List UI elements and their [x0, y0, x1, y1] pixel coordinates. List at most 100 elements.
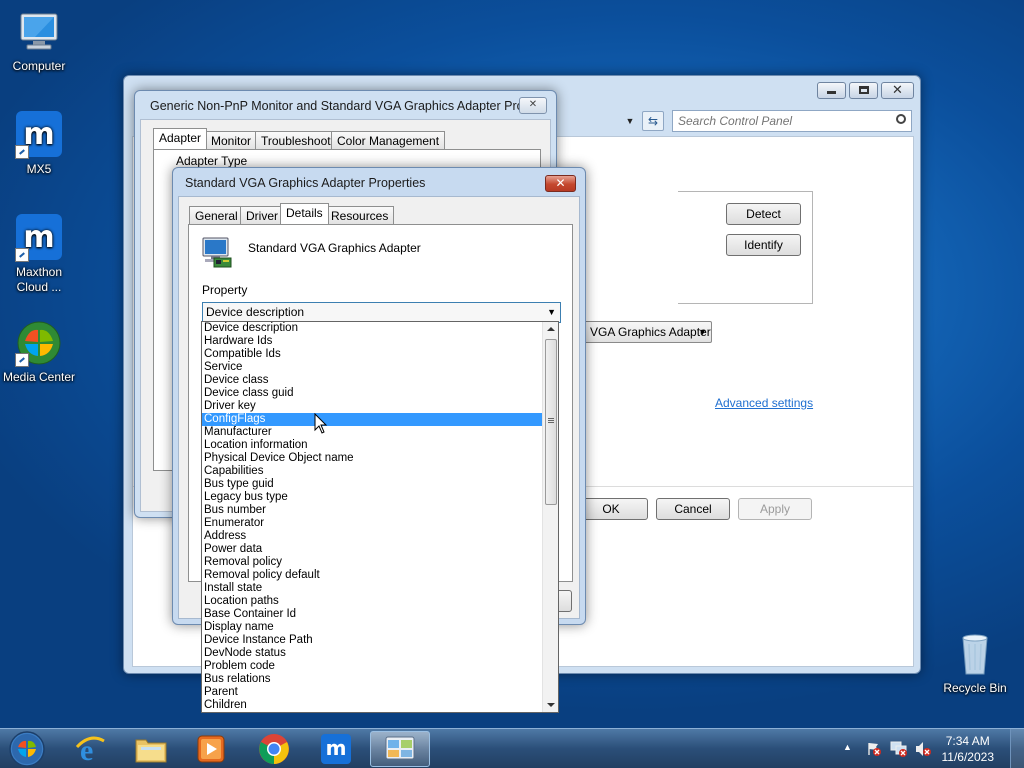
chrome-icon	[259, 734, 289, 764]
volume-icon[interactable]	[914, 741, 932, 757]
tab-details[interactable]: Details	[280, 203, 329, 224]
scrollbar-thumb[interactable]	[545, 339, 557, 505]
show-hidden-icons-button[interactable]: ▲	[843, 742, 852, 752]
system-clock[interactable]: 7:34 AM 11/6/2023	[942, 733, 995, 765]
taskbar: e m ▲ 7:34 AM 11/6/2023	[0, 728, 1024, 768]
property-option[interactable]: DevNode status	[202, 647, 542, 660]
property-option[interactable]: Install state	[202, 582, 542, 595]
property-option[interactable]: Physical Device Object name	[202, 452, 542, 465]
maximize-button[interactable]	[849, 82, 878, 99]
taskbar-control-panel[interactable]	[370, 731, 430, 767]
property-option[interactable]: Driver key	[202, 400, 542, 413]
desktop-icon-label: Computer	[12, 59, 66, 73]
property-dropdown-list[interactable]: Device description Hardware Ids Compatible…	[201, 321, 559, 713]
property-option[interactable]: Enumerator	[202, 517, 542, 530]
property-option[interactable]: Display name	[202, 621, 542, 634]
refresh-icon: ⇆	[647, 114, 659, 128]
close-button[interactable]: ✕	[519, 97, 547, 114]
advanced-settings-link[interactable]: Advanced settings	[715, 396, 813, 410]
property-option[interactable]: Parent	[202, 686, 542, 699]
display-select[interactable]: VGA Graphics Adapter ▼	[569, 321, 712, 343]
tab-monitor[interactable]: Monitor	[205, 131, 258, 149]
minimize-button[interactable]	[817, 82, 846, 99]
desktop-icon-computer[interactable]: Computer	[0, 8, 78, 74]
tab-adapter[interactable]: Adapter	[153, 128, 208, 149]
property-option[interactable]: Service	[202, 361, 542, 374]
property-option[interactable]: Bus number	[202, 504, 542, 517]
shortcut-arrow-icon	[15, 353, 29, 367]
property-option[interactable]: Problem code	[202, 660, 542, 673]
scroll-up-icon[interactable]	[547, 327, 555, 331]
taskbar-media-player[interactable]	[181, 731, 241, 767]
address-dropdown-arrow[interactable]: ▼	[621, 112, 639, 130]
property-option[interactable]: Bus relations	[202, 673, 542, 686]
close-icon: ✕	[892, 82, 903, 97]
property-option[interactable]: Power data	[202, 543, 542, 556]
close-button[interactable]: ✕	[881, 82, 914, 99]
chevron-down-icon: ▼	[547, 307, 556, 317]
property-option[interactable]: Device class guid	[202, 387, 542, 400]
desktop-icon-recycle-bin[interactable]: Recycle Bin	[936, 630, 1014, 696]
control-panel-icon	[385, 736, 415, 760]
search-input[interactable]	[678, 113, 883, 129]
property-option[interactable]: Device description	[202, 322, 542, 335]
action-center-icon[interactable]	[866, 741, 882, 757]
network-icon[interactable]	[890, 741, 908, 757]
property-select[interactable]: Device description ▼	[202, 302, 561, 323]
detect-button[interactable]: Detect	[726, 203, 801, 225]
taskbar-internet-explorer[interactable]: e	[60, 731, 120, 767]
taskbar-maxthon[interactable]: m	[306, 731, 366, 767]
dialog-title: Standard VGA Graphics Adapter Properties	[185, 176, 426, 190]
tab-driver[interactable]: Driver	[240, 206, 284, 224]
tab-general[interactable]: General	[189, 206, 244, 224]
close-icon: ✕	[555, 176, 566, 190]
clock-time: 7:34 AM	[945, 734, 990, 748]
scroll-down-icon[interactable]	[547, 703, 555, 707]
apply-button[interactable]: Apply	[738, 498, 812, 520]
start-orb-icon	[9, 731, 45, 767]
property-option[interactable]: Compatible Ids	[202, 348, 542, 361]
close-icon: ✕	[528, 99, 538, 110]
cancel-button[interactable]: Cancel	[656, 498, 730, 520]
grip-icon	[548, 418, 554, 419]
computer-icon	[15, 8, 63, 56]
internet-explorer-icon: e	[75, 734, 105, 765]
shortcut-arrow-icon	[15, 248, 29, 262]
property-option[interactable]: Legacy bus type	[202, 491, 542, 504]
property-option[interactable]: Removal policy	[202, 556, 542, 569]
property-option[interactable]: Hardware Ids	[202, 335, 542, 348]
device-name: Standard VGA Graphics Adapter	[248, 241, 421, 255]
property-option[interactable]: Capabilities	[202, 465, 542, 478]
taskbar-explorer[interactable]	[121, 731, 181, 767]
desktop-icon-mx5[interactable]: m MX5	[0, 111, 78, 177]
property-option[interactable]: Address	[202, 530, 542, 543]
identify-button[interactable]: Identify	[726, 234, 801, 256]
refresh-button[interactable]: ⇆	[642, 111, 664, 131]
tab-troubleshoot[interactable]: Troubleshoot	[255, 131, 337, 149]
start-button[interactable]	[0, 731, 54, 767]
property-option[interactable]: Device Instance Path	[202, 634, 542, 647]
property-option[interactable]: Location information	[202, 439, 542, 452]
desktop-icon-media-center[interactable]: Media Center	[0, 319, 78, 385]
show-desktop-button[interactable]	[1010, 729, 1024, 768]
tab-color-management[interactable]: Color Management	[331, 131, 446, 149]
property-option[interactable]: Children	[202, 699, 542, 712]
tab-resources[interactable]: Resources	[325, 206, 395, 224]
property-options: Device description Hardware Ids Compatible…	[202, 322, 558, 712]
property-option[interactable]: Removal policy default	[202, 569, 542, 582]
property-option[interactable]: Location paths	[202, 595, 542, 608]
property-option[interactable]: Device class	[202, 374, 542, 387]
close-button[interactable]: ✕	[545, 175, 576, 192]
media-center-icon	[15, 319, 63, 367]
property-option[interactable]: Manufacturer	[202, 426, 542, 439]
property-option[interactable]: Bus type guid	[202, 478, 542, 491]
search-icon[interactable]	[896, 114, 906, 124]
taskbar-chrome[interactable]	[244, 731, 304, 767]
property-option[interactable]: ConfigFlags	[202, 413, 542, 426]
display-select-value: VGA Graphics Adapter	[590, 325, 711, 339]
property-option[interactable]: Base Container Id	[202, 608, 542, 621]
maxthon-icon: m	[321, 734, 351, 764]
desktop-icon-maxthon-cloud[interactable]: m Maxthon Cloud ...	[0, 214, 78, 295]
dropdown-scrollbar[interactable]	[542, 322, 558, 712]
search-box[interactable]	[672, 110, 912, 132]
